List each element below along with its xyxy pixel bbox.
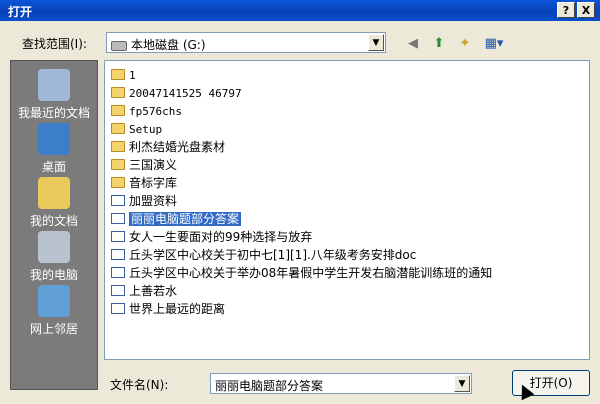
file-list[interactable]: 1 20047141525 46797 fp576chs Setup 利杰结婚光… [104,60,590,360]
back-icon[interactable]: ◀ [404,35,422,53]
title-bar[interactable]: 打开 ? X [0,0,600,21]
place-my-documents[interactable]: 我的文档 [11,177,97,229]
list-item[interactable]: 三国演义 [111,157,177,173]
new-folder-icon[interactable]: ✦ [456,35,474,53]
place-network[interactable]: 网上邻居 [11,285,97,337]
places-bar: 我最近的文档 桌面 我的文档 我的电脑 网上邻居 [10,60,98,390]
folder-icon [111,177,125,188]
desktop-icon [38,123,70,155]
folder-icon [111,123,125,134]
filename-input[interactable]: 丽丽电脑题部分答案 ▼ [210,373,472,394]
folder-icon [111,87,125,98]
list-item[interactable]: 丘头学区中心校关于举办08年暑假中学生开发右脑潜能训练班的通知 [111,265,492,281]
list-item[interactable]: 利杰结婚光盘素材 [111,139,225,155]
list-item[interactable]: 1 [111,67,136,83]
list-item[interactable]: Setup [111,121,162,137]
filename-label: 文件名(N): [110,378,169,392]
lookin-dropdown[interactable]: 本地磁盘 (G:) ▼ [106,32,386,53]
drive-icon [111,40,127,51]
document-icon [111,249,125,260]
document-icon [111,267,125,278]
lookin-label: 查找范围(I): [22,37,87,51]
document-icon [111,285,125,296]
folder-icon [111,159,125,170]
list-item[interactable]: 女人一生要面对的99种选择与放弃 [111,229,312,245]
folder-icon [111,105,125,116]
chevron-down-icon[interactable]: ▼ [454,375,470,392]
my-computer-icon [38,231,70,263]
document-icon [111,303,125,314]
view-menu-icon[interactable]: ▦▾ [482,35,506,53]
list-item-selected[interactable]: 丽丽电脑题部分答案 [111,211,242,227]
list-item[interactable]: fp576chs [111,103,182,119]
folder-icon [111,69,125,80]
place-my-computer[interactable]: 我的电脑 [11,231,97,283]
window-title: 打开 [8,5,33,19]
place-recent[interactable]: 我最近的文档 [11,69,97,121]
network-places-icon [38,285,70,317]
my-documents-icon [38,177,70,209]
filename-value: 丽丽电脑题部分答案 [215,379,324,393]
up-folder-icon[interactable]: ⬆ [430,35,448,53]
chevron-down-icon[interactable]: ▼ [368,34,384,51]
list-item[interactable]: 音标字库 [111,175,177,191]
close-button[interactable]: X [577,2,595,18]
list-item[interactable]: 上善若水 [111,283,177,299]
document-icon [111,213,125,224]
help-button[interactable]: ? [557,2,575,18]
place-desktop[interactable]: 桌面 [11,123,97,175]
lookin-value: 本地磁盘 (G:) [131,38,206,52]
list-item[interactable]: 加盟资料 [111,193,177,209]
document-icon [111,195,125,206]
document-icon [111,231,125,242]
folder-icon [111,141,125,152]
list-item[interactable]: 世界上最远的距离 [111,301,225,317]
list-item[interactable]: 20047141525 46797 [111,85,242,101]
recent-documents-icon [38,69,70,101]
list-item[interactable]: 丘头学区中心校关于初中七[1][1].八年级考务安排doc [111,247,416,263]
